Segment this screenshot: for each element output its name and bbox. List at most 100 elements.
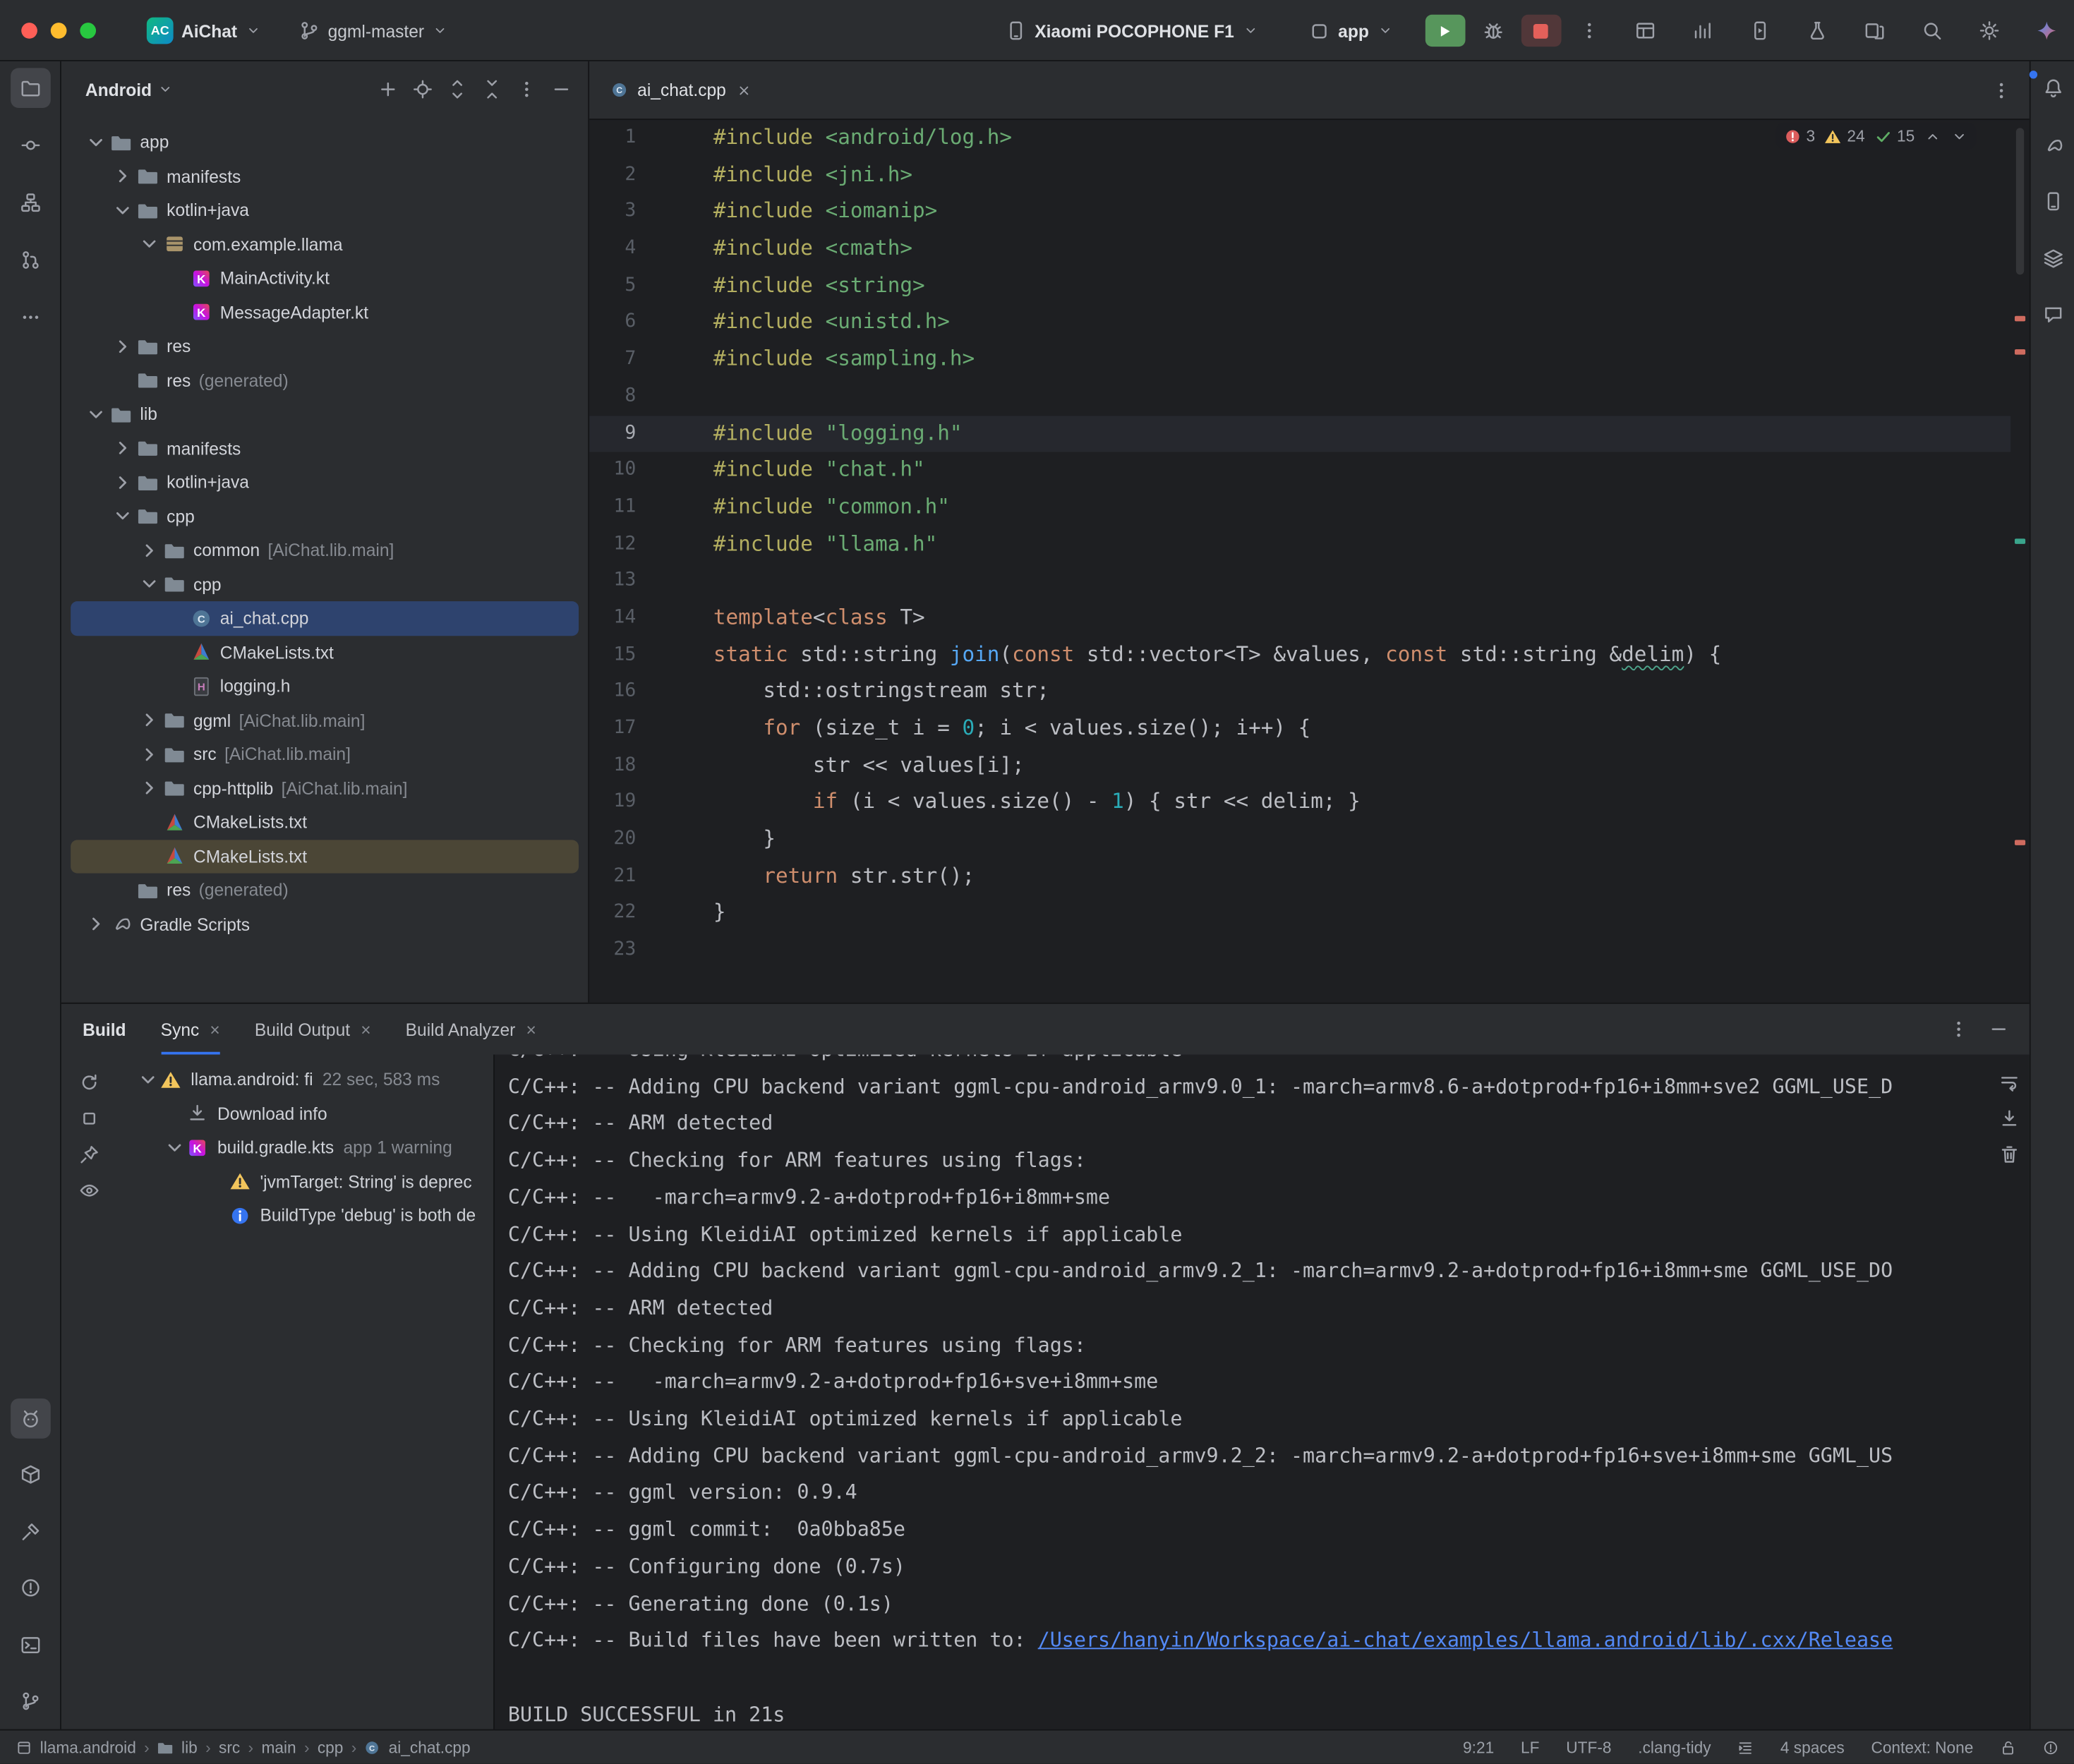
- chevron-right-icon[interactable]: [111, 437, 135, 459]
- tree-item-cmakelists-txt[interactable]: CMakeLists.txt: [71, 839, 579, 873]
- chevron-right-icon[interactable]: [84, 914, 108, 935]
- close-tab-icon[interactable]: ×: [361, 1019, 370, 1039]
- tree-item-common[interactable]: common[AiChat.lib.main]: [71, 533, 579, 567]
- gemini-button[interactable]: [2030, 13, 2064, 48]
- tree-item-cpp-httplib[interactable]: cpp-httplib[AiChat.lib.main]: [71, 771, 579, 805]
- settings-button[interactable]: [1972, 13, 2007, 48]
- tree-item-messageadapter-kt[interactable]: KMessageAdapter.kt: [71, 296, 579, 330]
- code-line-21[interactable]: 21 return str.str();: [589, 858, 2010, 895]
- build-console[interactable]: C/C++: -- Using KleidiAI optimized kerne…: [493, 1055, 2030, 1729]
- code-line-6[interactable]: 6#include <unistd.h>: [589, 305, 2010, 342]
- inspections-widget[interactable]: 3 24 15: [1775, 123, 1976, 150]
- code-line-15[interactable]: 15static std::string join(const std::vec…: [589, 636, 2010, 673]
- structure-button[interactable]: [10, 183, 50, 223]
- chevron-down-icon[interactable]: [157, 81, 174, 97]
- tree-item-ai-chat-cpp[interactable]: Cai_chat.cpp: [71, 601, 579, 635]
- breadcrumb-item[interactable]: src: [219, 1738, 240, 1756]
- panel-options-button[interactable]: [511, 73, 543, 105]
- tree-item-src[interactable]: src[AiChat.lib.main]: [71, 737, 579, 771]
- close-tab-icon[interactable]: [735, 82, 752, 98]
- code-line-4[interactable]: 4#include <cmath>: [589, 231, 2010, 267]
- breadcrumb-item[interactable]: lib: [181, 1738, 198, 1756]
- resource-manager-button[interactable]: [2032, 238, 2073, 278]
- code-line-16[interactable]: 16 std::ostringstream str;: [589, 674, 2010, 711]
- tree-item-kotlin-java[interactable]: kotlin+java: [71, 193, 579, 227]
- tree-item-kotlin-java[interactable]: kotlin+java: [71, 465, 579, 499]
- scrollbar-thumb[interactable]: [2016, 128, 2024, 274]
- breadcrumb-item[interactable]: ai_chat.cpp: [389, 1738, 471, 1756]
- code-line-19[interactable]: 19 if (i < values.size() - 1) { str << d…: [589, 785, 2010, 821]
- code-line-5[interactable]: 5#include <string>: [589, 267, 2010, 304]
- build-tree-item[interactable]: 'jvmTarget: String' is deprec: [117, 1164, 493, 1198]
- zoom-window-button[interactable]: [80, 23, 96, 39]
- tree-item-mainactivity-kt[interactable]: KMainActivity.kt: [71, 261, 579, 295]
- chevron-down-icon[interactable]: [84, 132, 108, 153]
- code-line-10[interactable]: 10#include "chat.h": [589, 452, 2010, 489]
- chevron-right-icon[interactable]: [111, 166, 135, 187]
- branch-selector[interactable]: ggml-master: [291, 15, 457, 47]
- debug-button[interactable]: [1476, 13, 1510, 48]
- version-control-button[interactable]: [10, 1681, 50, 1722]
- breadcrumb-item[interactable]: cpp: [318, 1738, 344, 1756]
- notifications-button[interactable]: [2032, 68, 2073, 108]
- caret-position[interactable]: 9:21: [1463, 1738, 1494, 1756]
- logcat-button[interactable]: [10, 1398, 50, 1438]
- info-stripe-mark[interactable]: [2015, 538, 2025, 544]
- tree-item-ggml[interactable]: ggml[AiChat.lib.main]: [71, 703, 579, 737]
- clang-tidy-widget[interactable]: .clang-tidy: [1638, 1738, 1711, 1756]
- locate-file-button[interactable]: [406, 73, 438, 105]
- error-stripe-mark[interactable]: [2015, 840, 2025, 845]
- code-line-13[interactable]: 13: [589, 563, 2010, 600]
- hide-panel-button[interactable]: [545, 73, 577, 105]
- clear-output-button[interactable]: [1995, 1140, 2025, 1169]
- close-tab-icon[interactable]: ×: [526, 1019, 536, 1039]
- build-tab-sync[interactable]: Sync×: [161, 1004, 220, 1055]
- layout-inspector-button[interactable]: [1628, 13, 1663, 48]
- chevron-down-icon[interactable]: [84, 404, 108, 425]
- chevron-down-icon[interactable]: [138, 574, 162, 595]
- more-tool-windows-button[interactable]: [10, 297, 50, 337]
- build-tree-item[interactable]: Kbuild.gradle.ktsapp 1 warning: [117, 1130, 493, 1164]
- minimize-window-button[interactable]: [51, 23, 67, 39]
- tree-item-app[interactable]: app: [71, 126, 579, 159]
- gradle-button[interactable]: [2032, 125, 2073, 165]
- pin-tab-button[interactable]: [75, 1140, 104, 1169]
- code-editor[interactable]: 1#include <android/log.h>2#include <jni.…: [589, 120, 2010, 1003]
- line-separator[interactable]: LF: [1521, 1738, 1539, 1756]
- indent-size[interactable]: 4 spaces: [1780, 1738, 1845, 1756]
- device-manager-button[interactable]: [2032, 181, 2073, 222]
- add-button[interactable]: [372, 73, 404, 105]
- problems-button[interactable]: [10, 1568, 50, 1608]
- run-config-selector[interactable]: app: [1301, 15, 1401, 47]
- device-selector[interactable]: Xiaomi POCOPHONE F1: [997, 15, 1266, 47]
- chevron-right-icon[interactable]: [138, 778, 162, 799]
- rerun-sync-button[interactable]: [75, 1068, 104, 1097]
- chevron-right-icon[interactable]: [111, 336, 135, 357]
- build-tab-build-analyzer[interactable]: Build Analyzer×: [406, 1004, 536, 1055]
- code-line-18[interactable]: 18 str << values[i];: [589, 747, 2010, 784]
- commit-button[interactable]: [10, 126, 50, 166]
- code-line-7[interactable]: 7#include <sampling.h>: [589, 342, 2010, 378]
- code-line-12[interactable]: 12#include "llama.h": [589, 526, 2010, 563]
- file-encoding[interactable]: UTF-8: [1566, 1738, 1611, 1756]
- pull-requests-button[interactable]: [10, 240, 50, 280]
- run-button[interactable]: [1425, 15, 1465, 47]
- project-view-selector[interactable]: Android: [85, 79, 152, 99]
- code-line-22[interactable]: 22}: [589, 895, 2010, 932]
- tree-item-res[interactable]: res(generated): [71, 874, 579, 907]
- close-window-button[interactable]: [21, 23, 37, 39]
- chevron-down-icon[interactable]: [111, 506, 135, 527]
- expand-all-button[interactable]: [441, 73, 473, 105]
- chevron-down-icon[interactable]: [136, 1069, 160, 1090]
- chevron-right-icon[interactable]: [138, 540, 162, 561]
- collapse-all-button[interactable]: [476, 73, 508, 105]
- context-widget[interactable]: Context: None: [1871, 1738, 1973, 1756]
- tree-item-lib[interactable]: lib: [71, 397, 579, 431]
- tree-item-manifests[interactable]: manifests: [71, 431, 579, 465]
- stop-sync-button[interactable]: [75, 1104, 104, 1133]
- close-tab-icon[interactable]: ×: [210, 1019, 219, 1039]
- assistant-button[interactable]: [2032, 295, 2073, 335]
- prev-problem-icon[interactable]: [1924, 127, 1941, 145]
- tree-item-res[interactable]: res(generated): [71, 363, 579, 397]
- breadcrumb-item[interactable]: llama.android: [40, 1738, 136, 1756]
